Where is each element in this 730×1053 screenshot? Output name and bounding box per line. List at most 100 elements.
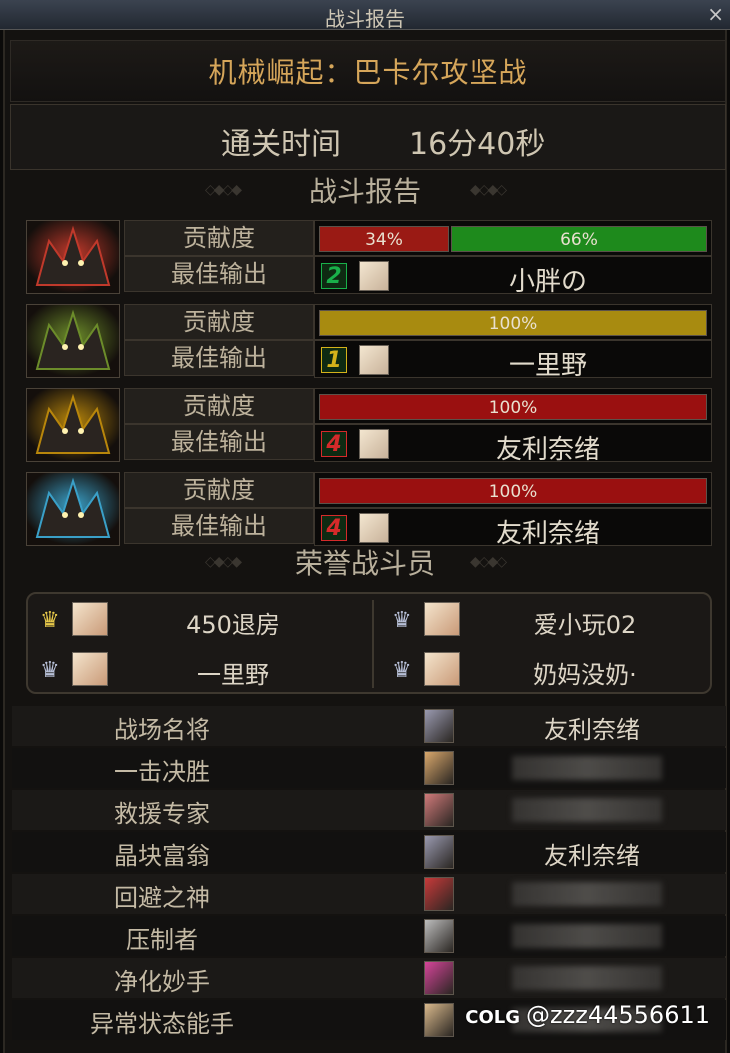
contribution-label: 贡献度 xyxy=(124,220,314,256)
award-row: 战场名将 友利奈绪 xyxy=(12,706,726,746)
censored-name-blur xyxy=(512,798,662,822)
battle-report-heading-row: ◇◆◇◆ 战斗报告 ◆◇◆◇ xyxy=(0,170,730,208)
award-player-avatar xyxy=(424,835,454,869)
best-output-cell: 2 小胖の xyxy=(314,256,712,297)
award-player-name: 友利奈绪 xyxy=(544,716,640,744)
award-player-avatar xyxy=(424,877,454,911)
best-output-label: 最佳输出 xyxy=(124,508,314,544)
honor-member: ♛ 一里野 xyxy=(28,648,358,692)
award-player-avatar xyxy=(424,961,454,995)
boss-row: 贡献度 最佳输出 100% 4 友利奈绪 xyxy=(24,386,712,465)
award-player-avatar xyxy=(424,709,454,743)
contribution-bar-track: 34% 66% xyxy=(314,220,712,256)
rank-badge: 2 xyxy=(321,263,347,289)
honor-member: ♛ 450退房 xyxy=(28,598,358,642)
honor-member-avatar xyxy=(424,652,460,686)
gold-crown-icon: ♛ xyxy=(40,608,60,633)
player-avatar xyxy=(359,513,389,543)
contribution-bar: 34% xyxy=(319,226,449,252)
gold-dragon-boss-icon xyxy=(26,388,120,462)
watermark: COLG @zzz44556611 xyxy=(465,1001,710,1029)
window-title: 战斗报告 xyxy=(325,7,405,31)
honor-member: ♛ 爱小玩02 xyxy=(380,598,710,642)
rank-badge: 4 xyxy=(321,431,347,457)
award-title: 救援专家 xyxy=(114,800,210,828)
rank-badge: 4 xyxy=(321,515,347,541)
silver-crown-icon: ♛ xyxy=(40,658,60,683)
award-title: 晶块富翁 xyxy=(114,842,210,870)
best-player-name: 一里野 xyxy=(508,351,587,381)
contribution-label: 贡献度 xyxy=(124,388,314,424)
honor-heading-row: ◇◆◇◆ 荣誉战斗员 ◆◇◆◇ xyxy=(0,542,730,580)
dungeon-name: 机械崛起：巴卡尔攻坚战 xyxy=(208,56,528,89)
contribution-bar-track: 100% xyxy=(314,304,712,340)
contribution-label: 贡献度 xyxy=(124,472,314,508)
best-output-cell: 4 友利奈绪 xyxy=(314,424,712,465)
boss-row: 贡献度 最佳输出 100% 4 友利奈绪 xyxy=(24,470,712,549)
award-row: 晶块富翁 友利奈绪 xyxy=(12,832,726,872)
battle-report-heading: 战斗报告 xyxy=(308,175,421,208)
silver-crown-icon: ♛ xyxy=(392,608,412,633)
contribution-bar: 100% xyxy=(319,478,707,504)
honor-heading: 荣誉战斗员 xyxy=(294,547,435,580)
award-player-avatar xyxy=(424,1003,454,1037)
best-output-cell: 4 友利奈绪 xyxy=(314,508,712,549)
best-player-name: 友利奈绪 xyxy=(495,435,600,465)
red-dragon-boss-icon xyxy=(26,220,120,294)
award-row: 压制者 xyxy=(12,916,726,956)
best-output-cell: 1 一里野 xyxy=(314,340,712,381)
award-title: 异常状态能手 xyxy=(90,1010,234,1038)
award-row: 一击决胜 xyxy=(12,748,726,788)
honor-member: ♛ 奶妈没奶· xyxy=(380,648,710,692)
best-player-name: 小胖の xyxy=(508,267,587,297)
award-player-avatar xyxy=(424,919,454,953)
censored-name-blur xyxy=(512,924,662,948)
award-player-avatar xyxy=(424,751,454,785)
boss-row: 贡献度 最佳输出 34% 66% 2 小胖の xyxy=(24,218,712,297)
dungeon-name-banner: 机械崛起：巴卡尔攻坚战 xyxy=(10,40,726,102)
colg-logo: COLG xyxy=(465,1007,521,1028)
award-title: 战场名将 xyxy=(114,716,210,744)
contribution-bar: 66% xyxy=(451,226,707,252)
ornament-left-icon: ◇◆◇◆ xyxy=(205,554,242,570)
award-player-avatar xyxy=(424,793,454,827)
honor-member-name: 爱小玩02 xyxy=(533,611,637,639)
clear-time-label: 通关时间 xyxy=(221,127,341,162)
best-output-label: 最佳输出 xyxy=(124,424,314,460)
censored-name-blur xyxy=(512,882,662,906)
blue-dragon-boss-icon xyxy=(26,472,120,546)
best-output-label: 最佳输出 xyxy=(124,340,314,376)
honor-member-name: 450退房 xyxy=(186,611,280,639)
clear-time-value: 16分40秒 xyxy=(409,127,546,162)
silver-crown-icon: ♛ xyxy=(392,658,412,683)
honor-members-panel: ♛ 450退房 ♛ 爱小玩02 ♛ 一里野 ♛ 奶妈没奶· xyxy=(26,592,712,694)
player-avatar xyxy=(359,261,389,291)
award-row: 救援专家 xyxy=(12,790,726,830)
contribution-bar: 100% xyxy=(319,310,707,336)
window-titlebar: 战斗报告 × xyxy=(0,0,730,31)
ornament-left-icon: ◇◆◇◆ xyxy=(205,182,242,198)
contribution-bar-track: 100% xyxy=(314,388,712,424)
player-avatar xyxy=(359,345,389,375)
honor-member-name: 一里野 xyxy=(197,661,269,689)
watermark-handle: @zzz44556611 xyxy=(526,1001,710,1029)
best-output-label: 最佳输出 xyxy=(124,256,314,292)
ornament-right-icon: ◆◇◆◇ xyxy=(470,554,507,570)
award-title: 净化妙手 xyxy=(114,968,210,996)
player-avatar xyxy=(359,429,389,459)
close-icon[interactable]: × xyxy=(707,2,724,26)
contribution-label: 贡献度 xyxy=(124,304,314,340)
honor-member-avatar xyxy=(72,602,108,636)
censored-name-blur xyxy=(512,966,662,990)
honor-divider xyxy=(372,600,374,688)
award-title: 回避之神 xyxy=(114,884,210,912)
award-player-name: 友利奈绪 xyxy=(544,842,640,870)
award-title: 压制者 xyxy=(126,926,198,954)
rank-badge: 1 xyxy=(321,347,347,373)
honor-member-avatar xyxy=(424,602,460,636)
clear-time-panel: 通关时间 16分40秒 xyxy=(10,104,726,170)
honor-member-name: 奶妈没奶· xyxy=(533,661,637,689)
contribution-bar-track: 100% xyxy=(314,472,712,508)
award-row: 净化妙手 xyxy=(12,958,726,998)
honor-member-avatar xyxy=(72,652,108,686)
